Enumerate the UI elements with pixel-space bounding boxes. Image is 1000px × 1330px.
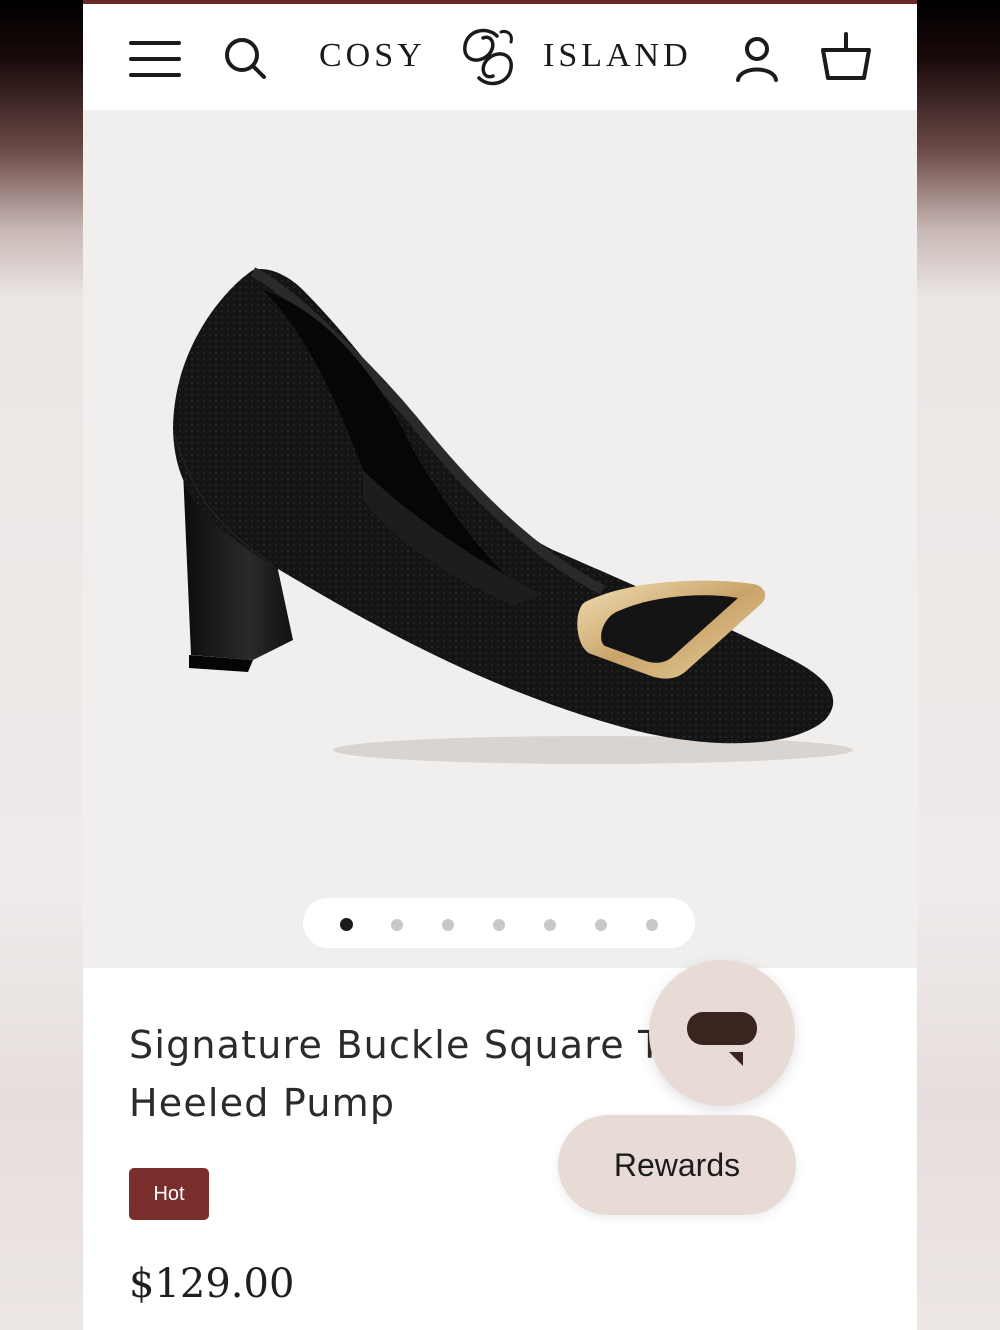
product-image-gallery[interactable] — [83, 110, 917, 968]
product-price: $129.00 — [129, 1261, 295, 1307]
product-page: COSY ISLAND Signature Buckle Square Toe … — [83, 0, 917, 1330]
brand-name-right: ISLAND — [543, 37, 692, 74]
chat-button[interactable] — [649, 960, 795, 1106]
hot-badge: Hot — [129, 1168, 209, 1220]
rewards-button[interactable]: Rewards — [558, 1115, 796, 1215]
brand-logo[interactable]: COSY ISLAND — [319, 26, 688, 88]
site-header: COSY ISLAND — [83, 4, 917, 110]
gallery-dot[interactable] — [493, 919, 505, 931]
gallery-dot[interactable] — [595, 919, 607, 931]
user-account-icon[interactable] — [735, 36, 779, 82]
hamburger-menu-icon[interactable] — [129, 41, 181, 77]
gallery-dot[interactable] — [340, 918, 353, 931]
gallery-dot[interactable] — [544, 919, 556, 931]
brand-name-left: COSY — [319, 37, 426, 74]
brand-monogram-icon — [463, 28, 513, 86]
shopping-basket-icon[interactable] — [819, 32, 873, 82]
search-icon[interactable] — [223, 36, 267, 80]
gallery-dot[interactable] — [442, 919, 454, 931]
product-image-shoe[interactable] — [153, 260, 853, 780]
gallery-dot[interactable] — [646, 919, 658, 931]
gallery-dot[interactable] — [391, 919, 403, 931]
gallery-pagination — [303, 898, 695, 948]
chat-bubble-icon — [687, 1012, 757, 1066]
